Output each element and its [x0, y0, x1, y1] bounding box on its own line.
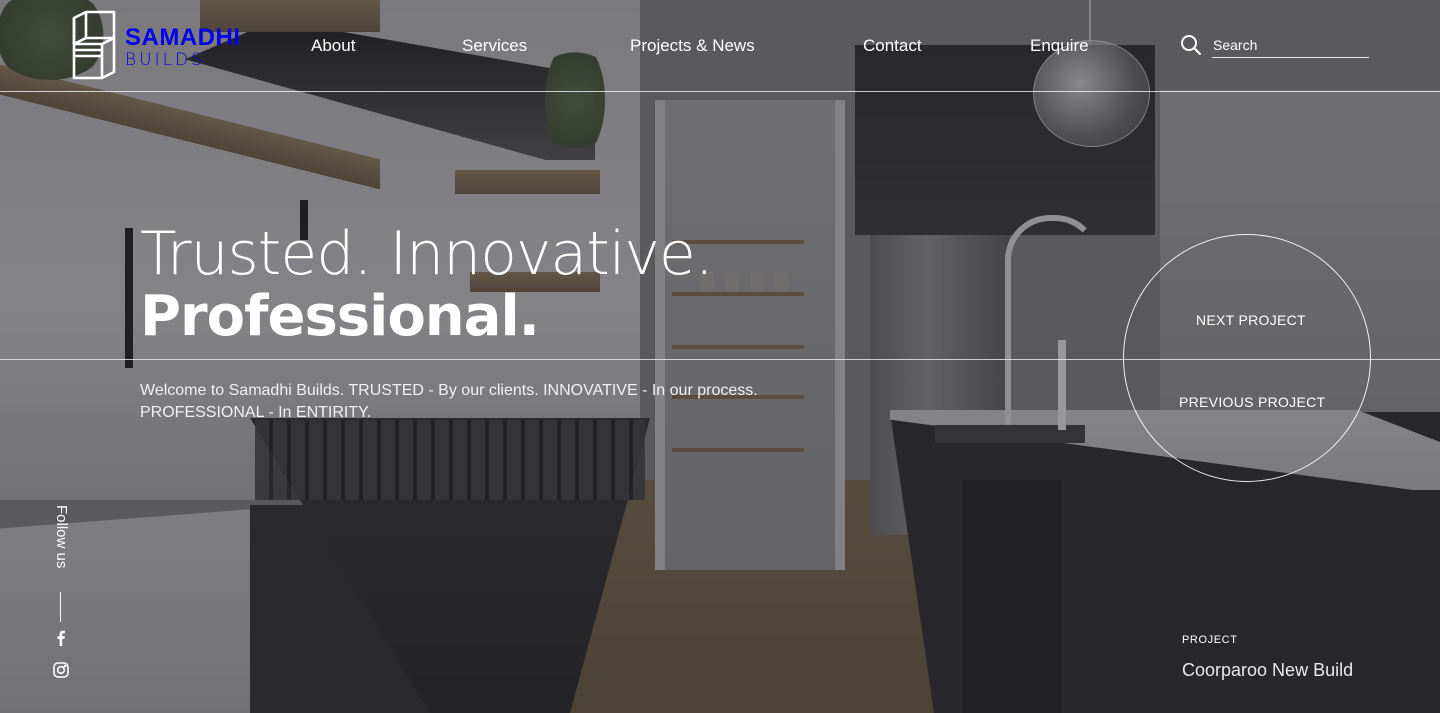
search-box: [1180, 34, 1369, 58]
nav-item-projects-news[interactable]: Projects & News: [630, 36, 755, 56]
search-input[interactable]: [1212, 35, 1369, 58]
current-project: PROJECT Coorparoo New Build: [1182, 634, 1353, 681]
follow-us-label: Follow us: [53, 505, 70, 569]
follow-divider: [60, 592, 61, 622]
hero-description: Welcome to Samadhi Builds. TRUSTED - By …: [140, 382, 758, 421]
project-name[interactable]: Coorparoo New Build: [1182, 660, 1353, 681]
previous-project-button[interactable]: PREVIOUS PROJECT: [1179, 394, 1325, 410]
site-header: SAMADHI BUILDS About Services Projects &…: [0, 0, 1440, 92]
logo-cube-icon: [72, 10, 116, 80]
nav-item-services[interactable]: Services: [462, 36, 527, 56]
facebook-icon[interactable]: [52, 629, 70, 647]
hero-title-line2: Professional.: [140, 284, 540, 349]
logo-wordmark: SAMADHI BUILDS: [125, 26, 241, 69]
logo-name: SAMADHI: [125, 24, 241, 51]
project-nav-circle: [1123, 234, 1371, 482]
logo-sub: BUILDS: [125, 50, 205, 70]
hero-heading: Trusted. Innovative. Professional.: [140, 219, 714, 349]
nav-item-contact[interactable]: Contact: [863, 36, 922, 56]
site-logo[interactable]: SAMADHI BUILDS: [72, 10, 241, 80]
instagram-icon[interactable]: [52, 661, 70, 679]
hero-title-line1: Trusted. Innovative.: [140, 219, 714, 289]
nav-item-about[interactable]: About: [311, 36, 355, 56]
project-kicker: PROJECT: [1182, 634, 1238, 646]
next-project-button[interactable]: NEXT PROJECT: [1196, 312, 1306, 328]
search-icon[interactable]: [1180, 34, 1202, 56]
nav-item-enquire[interactable]: Enquire: [1030, 36, 1089, 56]
hero-stage: SAMADHI BUILDS About Services Projects &…: [0, 0, 1440, 713]
